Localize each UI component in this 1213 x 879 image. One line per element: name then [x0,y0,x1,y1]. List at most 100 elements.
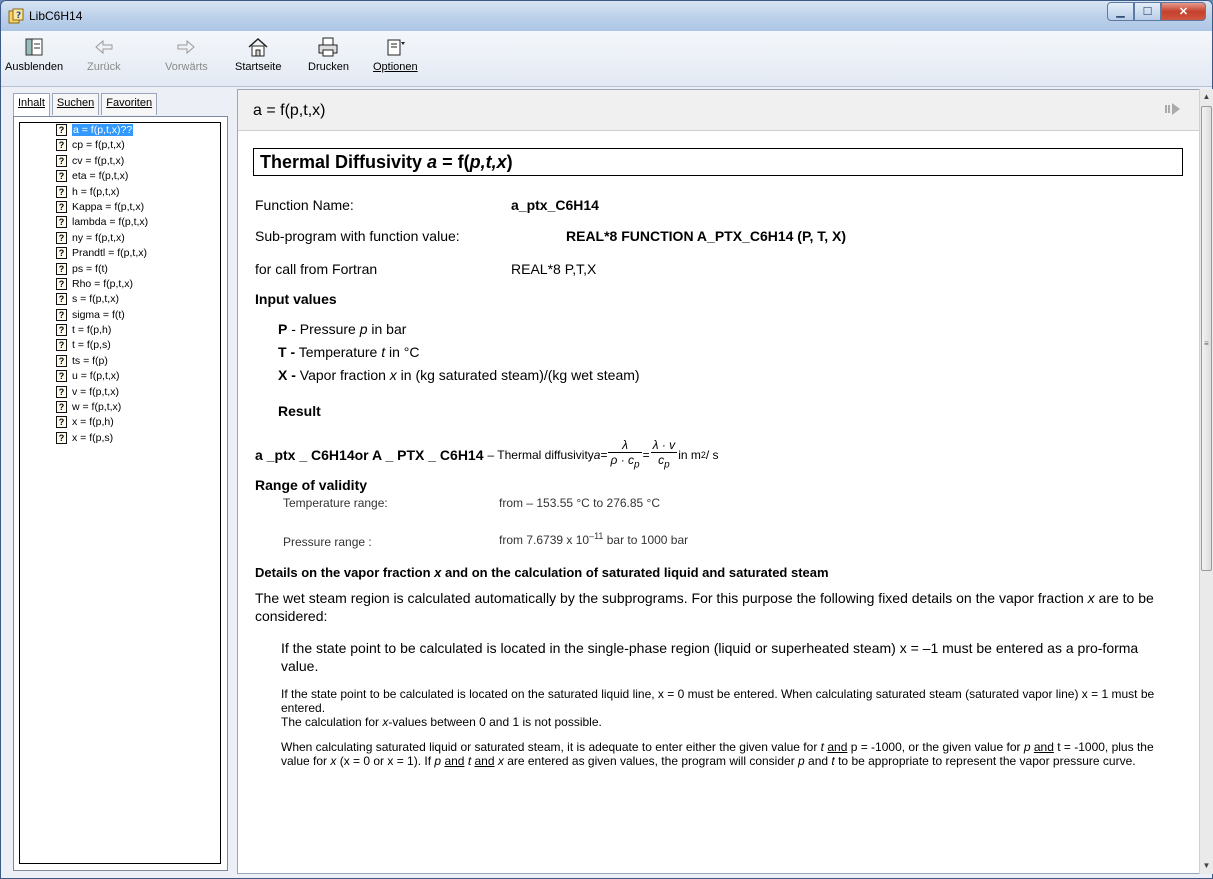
close-button[interactable]: ✕ [1161,2,1206,21]
print-label: Drucken [308,61,349,73]
hide-pane-icon [25,38,43,56]
formula-rho-cp: ρ · cp [608,453,641,472]
scroll-thumb[interactable]: ≡ [1201,106,1212,571]
tree-item-label: a = f(p,t,x)?? [72,124,134,136]
tree-item[interactable]: ? t = f(p,h) [20,323,220,338]
tree-item-label: ps = f(t) [72,262,108,275]
formula-cp: cp [651,453,678,472]
input-x-unit: in (kg saturated steam)/(kg wet steam) [396,367,640,383]
scroll-up-arrow-icon[interactable]: ▲ [1200,89,1213,105]
help-app-icon: ? [8,8,24,24]
adequate-and-4: and [474,754,495,768]
tree-item[interactable]: ? x = f(p,h) [20,415,220,430]
help-topic-icon: ? [56,139,67,152]
tree-item-label: u = f(p,t,x) [72,370,120,383]
tree-item[interactable]: ? Prandtl = f(p,t,x) [20,246,220,261]
tree-item-label: x = f(p,s) [72,431,114,444]
formula-a: a [593,448,601,462]
tree-item[interactable]: ? ps = f(t) [20,262,220,277]
input-x: X - Vapor fraction x in (kg saturated st… [278,367,640,383]
tree-item-label: h = f(p,t,x) [72,185,120,198]
tree-item[interactable]: ? w = f(p,t,x) [20,400,220,415]
input-p-text: - Pressure [287,321,360,337]
help-topic-icon: ? [56,200,67,213]
printer-icon [318,37,338,57]
tree-item[interactable]: ? Kappa = f(p,t,x) [20,200,220,215]
tab-contents[interactable]: Inhalt [13,93,50,117]
tab-search[interactable]: Suchen [51,93,100,115]
adequate-7: to be appropriate to represent the vapor… [834,754,1136,768]
forward-button[interactable]: Vorwärts [165,37,208,73]
tree-item[interactable]: ? cp = f(p,t,x) [20,138,220,153]
help-topic-icon: ? [56,339,67,352]
adequate-and-3: and [444,754,465,768]
adequate-t: t [820,740,824,754]
input-t-key: T - [278,344,296,360]
adequate-and-2: and [1033,740,1054,754]
close-icon: ✕ [1178,6,1189,18]
subprogram-label: Sub-program with function value: [255,228,460,244]
temperature-range-label: Temperature range: [283,496,388,510]
back-button[interactable]: Zurück [87,37,121,73]
input-p-var: p [359,321,368,337]
tree-item[interactable]: ? h = f(p,t,x) [20,185,220,200]
tree-item[interactable]: ? u = f(p,t,x) [20,369,220,384]
help-topic-icon: ? [56,431,67,444]
heading-suffix: = f( [437,152,470,172]
input-p: P - Pressure p in bar [278,321,406,337]
help-topic-icon: ? [56,231,67,244]
tree-item[interactable]: ? t = f(p,s) [20,338,220,353]
formula-eq-1: = [600,448,608,462]
adequate-t2: t [467,754,472,768]
topic-pane: a = f(p,t,x) Thermal Diffusivity a = f(p… [237,89,1200,874]
topic-scrollbar[interactable]: ▲ ≡ ▼ [1199,89,1213,874]
help-topic-icon: ? [56,293,67,306]
hide-button[interactable]: Ausblenden [5,37,63,73]
tree-item[interactable]: ? v = f(p,t,x) [20,385,220,400]
tree-item[interactable]: ? lambda = f(p,t,x) [20,215,220,230]
tree-item-label: eta = f(p,t,x) [72,170,129,183]
result-formula: a _ptx _ C6H14or A _ PTX _ C6H14 – Therm… [255,437,719,473]
maximize-button[interactable]: ☐ [1134,2,1161,21]
next-topic-icon[interactable] [1165,102,1181,116]
tree-item-label: Prandtl = f(p,t,x) [72,247,147,260]
help-topic-icon: ? [56,247,67,260]
minimize-button[interactable]: ▁ [1107,2,1134,21]
tree-item[interactable]: ? x = f(p,s) [20,431,220,446]
result-heading: Result [278,403,321,419]
print-button[interactable]: Drucken [308,37,349,73]
home-button[interactable]: Startseite [235,37,281,73]
tree-item-label: lambda = f(p,t,x) [72,216,149,229]
tree-item-label: sigma = f(t) [72,308,125,321]
scroll-down-arrow-icon[interactable]: ▼ [1200,858,1213,874]
tree-item-label: s = f(p,t,x) [72,293,119,306]
subprogram-value: REAL*8 FUNCTION A_PTX_C6H14 (P, T, X) [566,228,847,244]
tab-favorites-label: Favoriten [106,97,153,109]
tree-item[interactable]: ? sigma = f(t) [20,308,220,323]
formula-fraction-1: λ ρ · cp [608,438,642,472]
help-topic-icon: ? [56,185,67,198]
tree-item[interactable]: ? eta = f(p,t,x) [20,169,220,184]
adequate-6: and [804,754,832,768]
tab-favorites[interactable]: Favoriten [101,93,158,115]
options-button[interactable]: Optionen [373,37,418,73]
help-topic-icon: ? [56,277,67,290]
tree-item[interactable]: ? ts = f(p) [20,354,220,369]
title-bar[interactable]: ? LibC6H14 ▁ ☐ ✕ [1,1,1212,31]
contents-panel: ? a = f(p,t,x)??? cp = f(p,t,x)? cv = f(p,t… [13,116,228,871]
help-topic-icon: ? [56,354,67,367]
topic-title: a = f(p,t,x) [253,102,326,119]
topic-heading: Thermal Diffusivity a = f(p,t,x) [253,148,1183,176]
pressure-range-to: bar to 1000 bar [603,533,689,547]
tree-item-label: cp = f(p,t,x) [72,139,125,152]
tree-item[interactable]: ? a = f(p,t,x)?? [20,123,220,138]
formula-fraction-2: λ · v cp [650,438,678,472]
tree-item[interactable]: ? ny = f(p,t,x) [20,231,220,246]
adequate-1: When calculating saturated liquid or sat… [281,740,821,754]
navigation-pane: Inhalt Suchen Favoriten ? a = f(p,t,x)???… [13,93,231,874]
saturated-text-b: The calculation for x-values between 0 a… [281,715,1171,729]
tree-item[interactable]: ? Rho = f(p,t,x) [20,277,220,292]
range-heading: Range of validity [255,477,368,493]
tree-item[interactable]: ? s = f(p,t,x) [20,292,220,307]
tree-item[interactable]: ? cv = f(p,t,x) [20,154,220,169]
